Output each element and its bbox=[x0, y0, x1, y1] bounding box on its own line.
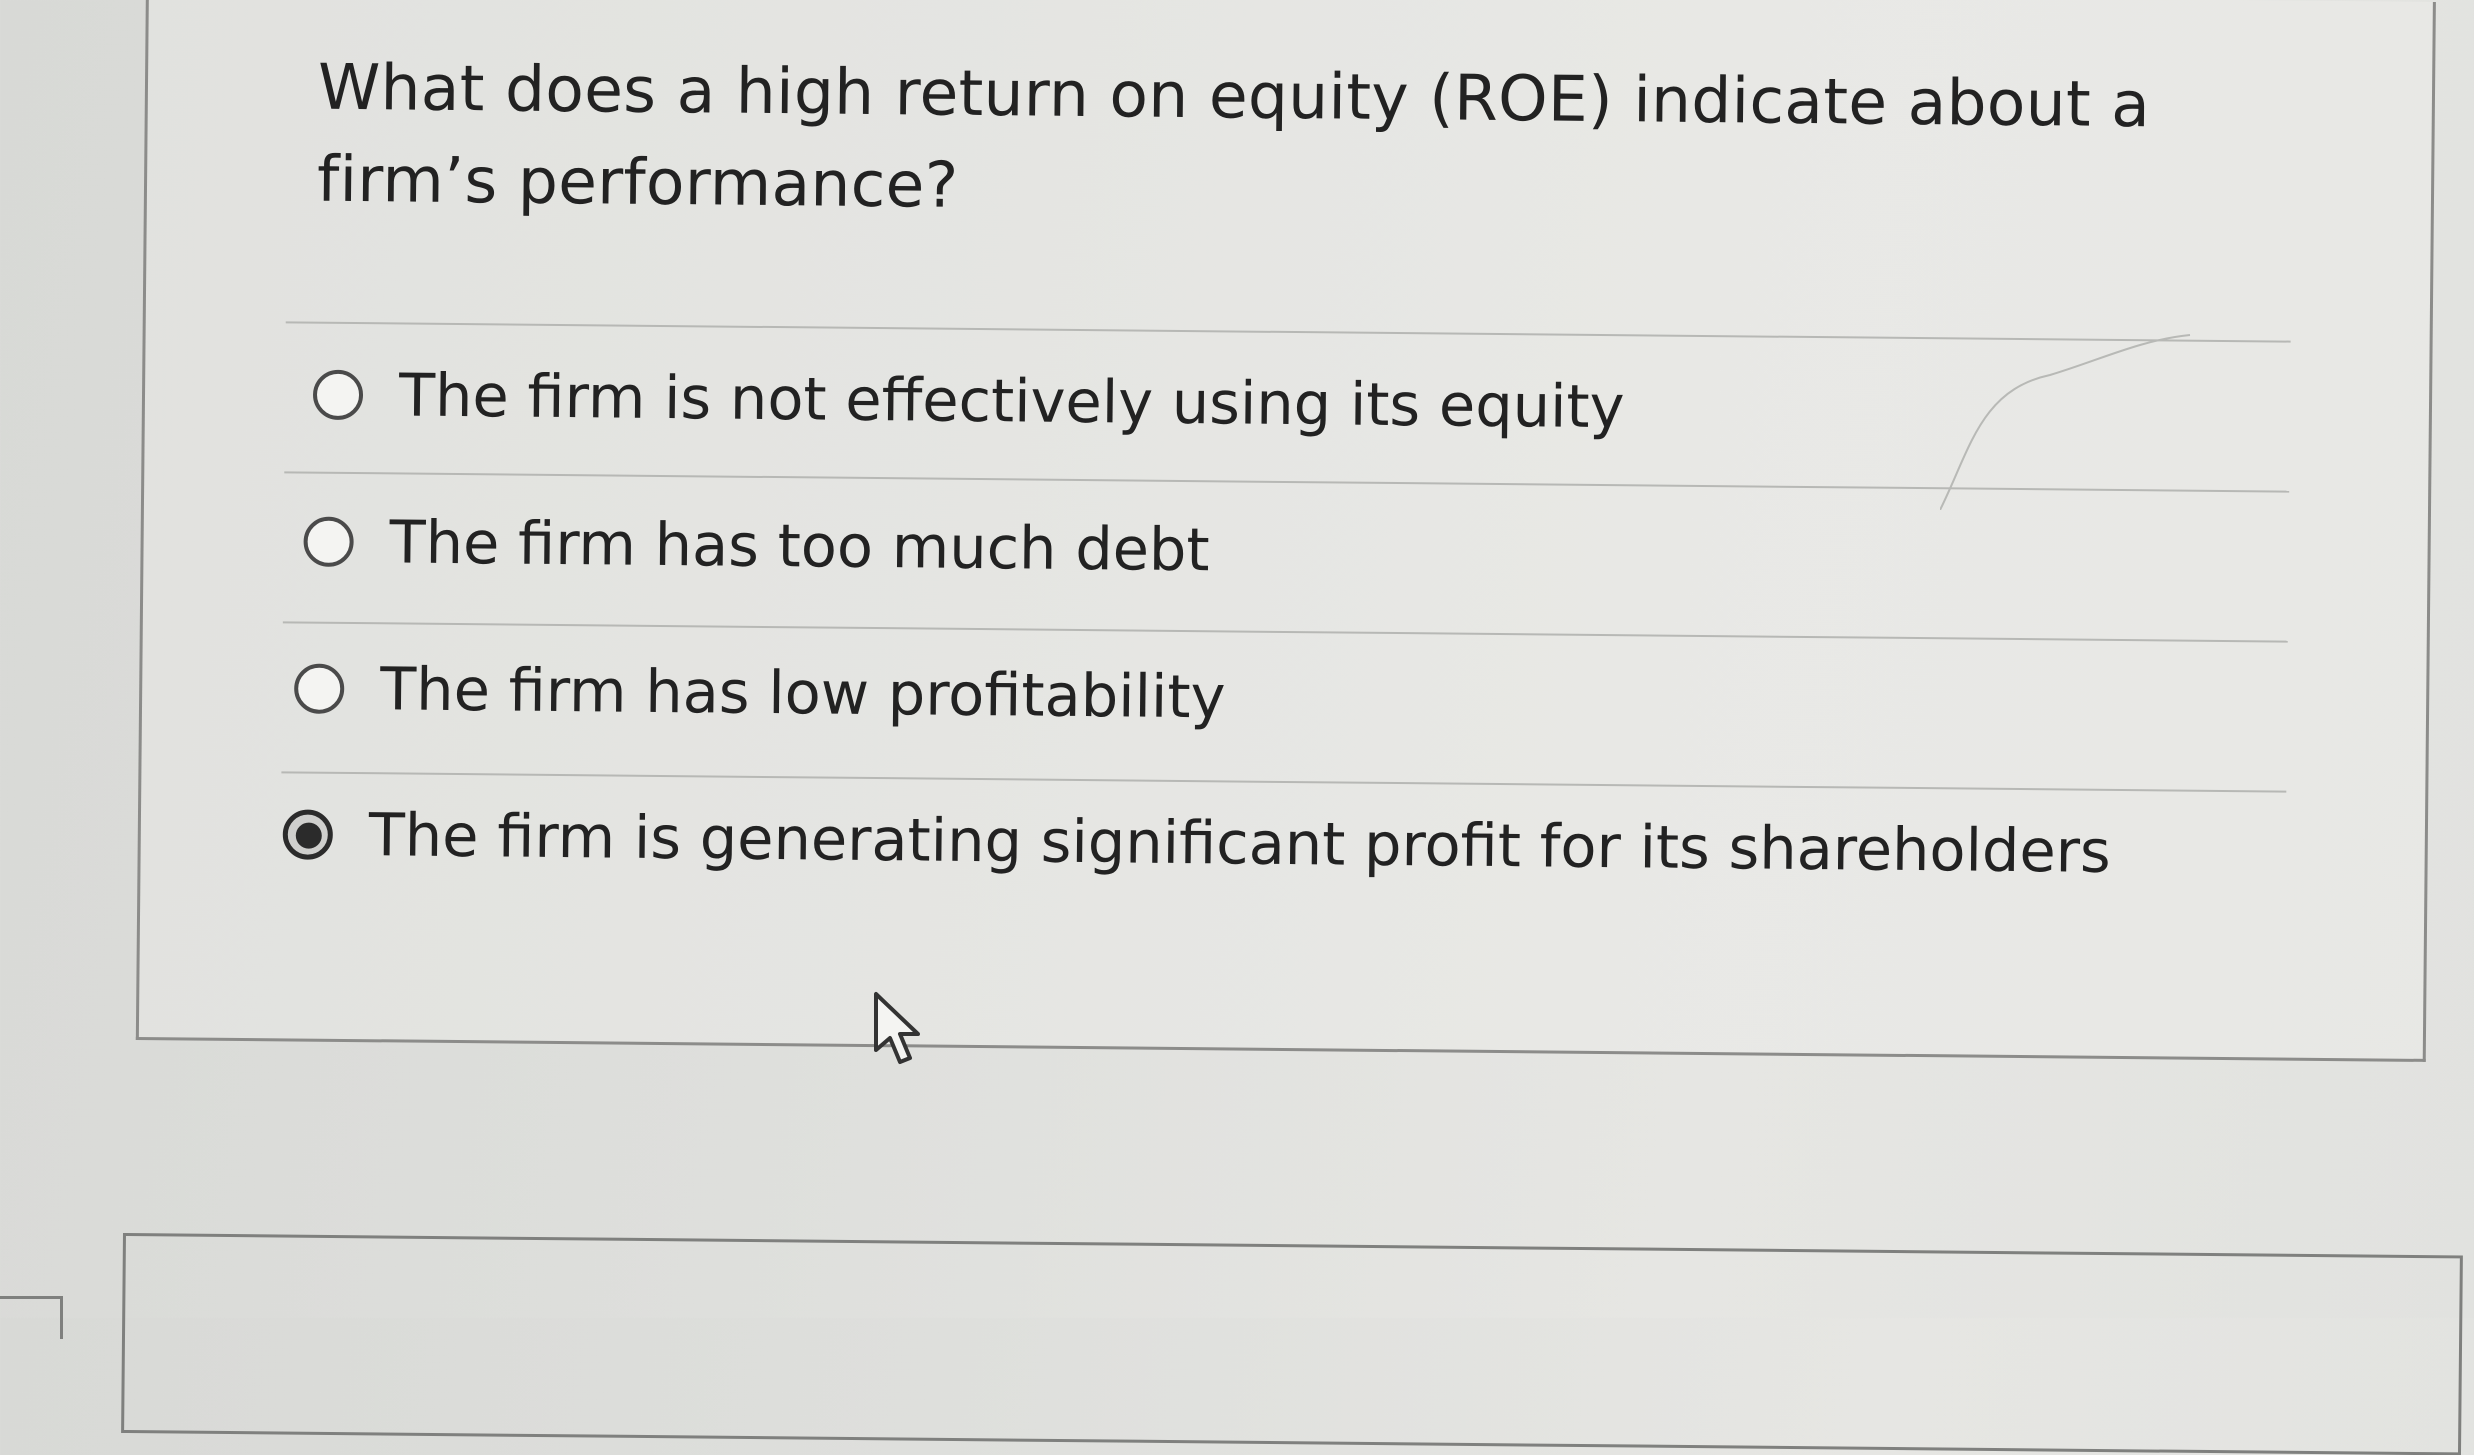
pointer-cursor-icon bbox=[874, 992, 920, 1064]
answer-option-4[interactable]: The firm is generating significant profi… bbox=[282, 799, 2111, 886]
answer-option-label: The firm has low profitability bbox=[379, 654, 1226, 732]
radio-button-4-selected[interactable] bbox=[282, 808, 334, 860]
answer-option-3[interactable]: The firm has low profitability bbox=[293, 653, 1226, 732]
screen-crack-mark bbox=[1940, 334, 2191, 510]
answer-option-label: The firm has too much debt bbox=[389, 507, 1210, 585]
next-question-card bbox=[121, 1233, 2463, 1455]
answer-option-1[interactable]: The firm is not effectively using its eq… bbox=[312, 360, 1625, 442]
radio-button-1[interactable] bbox=[312, 369, 364, 420]
radio-button-2[interactable] bbox=[303, 516, 354, 567]
question-card: What does a high return on equity (ROE) … bbox=[135, 0, 2436, 1062]
screen-photo: What does a high return on equity (ROE) … bbox=[0, 0, 2474, 1455]
answer-option-label: The firm is not effectively using its eq… bbox=[398, 360, 1625, 442]
divider bbox=[281, 771, 2287, 793]
question-text: What does a high return on equity (ROE) … bbox=[316, 50, 2151, 222]
radio-button-3[interactable] bbox=[293, 662, 345, 714]
divider bbox=[282, 621, 2288, 643]
answer-option-2[interactable]: The firm has too much debt bbox=[303, 507, 1210, 585]
answer-option-label: The firm is generating significant profi… bbox=[368, 800, 2112, 886]
